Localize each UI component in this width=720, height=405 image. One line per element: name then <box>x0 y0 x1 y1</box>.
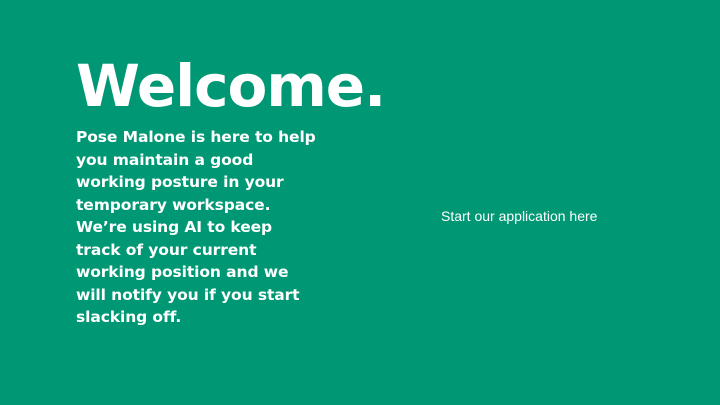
welcome-screen: Welcome. Pose Malone is here to help you… <box>0 0 720 405</box>
start-application-link[interactable]: Start our application here <box>441 206 597 226</box>
app-description: Pose Malone is here to help you maintain… <box>76 128 316 326</box>
welcome-title: Welcome. <box>76 52 386 120</box>
